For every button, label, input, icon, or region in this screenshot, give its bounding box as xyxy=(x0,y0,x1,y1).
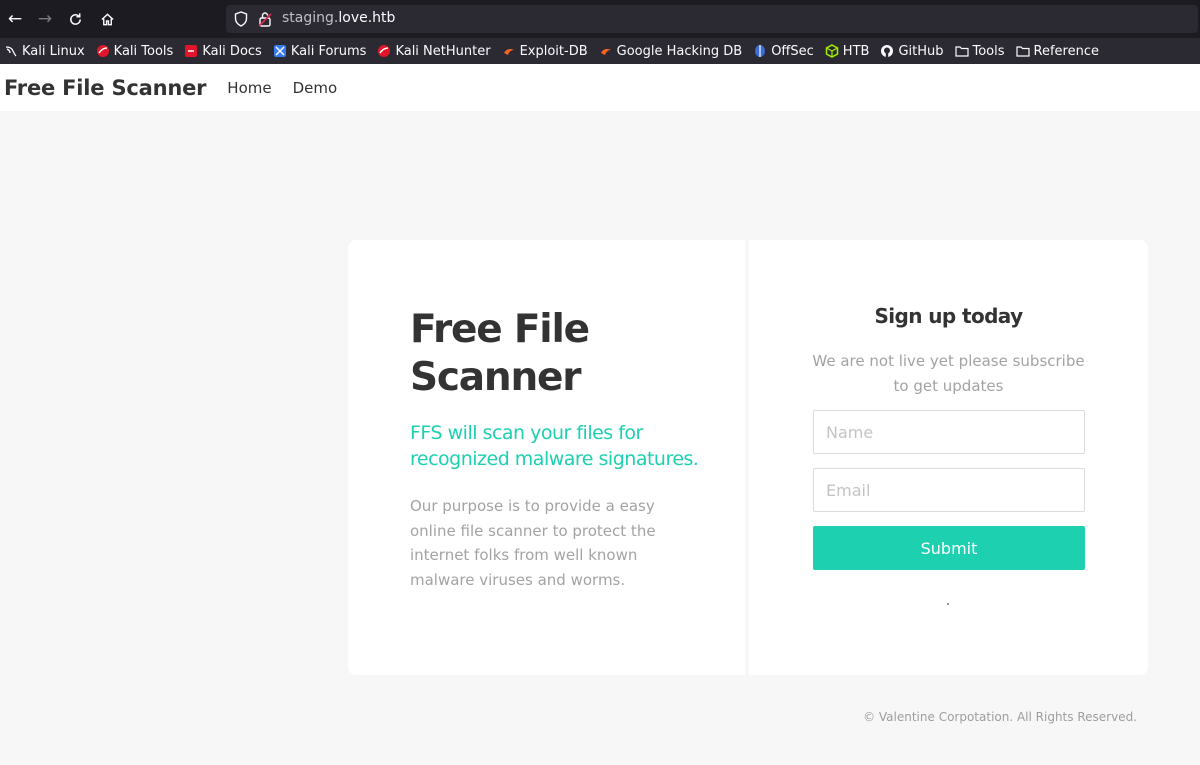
email-input[interactable] xyxy=(813,468,1085,512)
bookmark-kali-tools[interactable]: Kali Tools xyxy=(96,43,174,59)
kali-dragon-icon xyxy=(4,44,18,58)
url-field[interactable]: staging.love.htb xyxy=(226,5,1198,33)
htb-icon xyxy=(825,44,839,58)
kali-tools-icon xyxy=(96,44,110,58)
bookmark-folder-tools[interactable]: Tools xyxy=(954,43,1005,59)
nav-link-home[interactable]: Home xyxy=(227,79,271,97)
bookmark-exploit-db[interactable]: Exploit-DB xyxy=(502,44,588,59)
url-text[interactable]: staging.love.htb xyxy=(282,10,395,26)
bookmark-google-hacking-db[interactable]: Google Hacking DB xyxy=(599,43,743,59)
url-prefix: staging. xyxy=(282,10,339,26)
bookmark-label: HTB xyxy=(842,43,870,59)
footer-copyright: © Valentine Corpotation. All Rights Rese… xyxy=(863,710,1137,724)
folder-icon xyxy=(954,44,969,58)
reload-icon[interactable] xyxy=(64,8,86,30)
bookmark-label: Kali Forums xyxy=(290,43,367,59)
ghdb-icon xyxy=(599,44,613,58)
hero-tagline: FFS will scan your files for recognized … xyxy=(410,422,699,470)
name-input[interactable] xyxy=(813,410,1085,454)
bookmark-label: Kali NetHunter xyxy=(395,43,491,59)
kali-docs-icon xyxy=(184,44,198,58)
bookmark-label: GitHub xyxy=(898,43,944,59)
offsec-icon xyxy=(753,44,767,58)
bookmark-label: Kali Tools xyxy=(113,43,174,59)
bookmarks-toolbar: Kali Linux Kali Tools Kali Docs Kali For… xyxy=(0,38,1200,64)
browser-toolbar: ← → staging.love.htb xyxy=(0,0,1200,38)
insecure-lock-icon[interactable] xyxy=(258,11,272,31)
bookmark-label: Kali Docs xyxy=(202,43,262,59)
bookmark-github[interactable]: GitHub xyxy=(880,43,944,59)
bookmark-kali-forums[interactable]: Kali Forums xyxy=(273,43,367,59)
status-dot xyxy=(947,603,949,605)
site-navbar: Free File Scanner Home Demo xyxy=(0,64,1200,111)
shield-icon[interactable] xyxy=(234,11,248,31)
bookmark-kali-linux[interactable]: Kali Linux xyxy=(4,44,85,59)
submit-button[interactable]: Submit xyxy=(813,526,1085,570)
signup-subtitle: We are not live yet please subscribe to … xyxy=(812,352,1085,395)
github-icon xyxy=(880,44,894,58)
bookmark-label: Google Hacking DB xyxy=(616,43,743,59)
bookmark-offsec[interactable]: OffSec xyxy=(753,44,814,59)
bookmark-label: Tools xyxy=(972,43,1005,59)
hero-description: Our purpose is to provide a easy online … xyxy=(410,497,656,589)
kali-nethunter-icon xyxy=(377,44,391,58)
kali-forums-icon xyxy=(273,44,287,58)
bookmark-htb[interactable]: HTB xyxy=(825,43,870,59)
home-icon[interactable] xyxy=(96,8,118,30)
nav-link-demo[interactable]: Demo xyxy=(293,79,338,97)
hero-title: Free File Scanner xyxy=(410,307,590,400)
bookmark-label: OffSec xyxy=(771,43,814,59)
signup-title: Sign up today xyxy=(874,304,1023,328)
bookmark-kali-docs[interactable]: Kali Docs xyxy=(184,44,262,59)
forward-arrow-icon[interactable]: → xyxy=(34,8,56,30)
exploit-db-icon xyxy=(502,44,516,58)
bookmark-folder-reference[interactable]: Reference xyxy=(1015,43,1099,59)
signup-card: Sign up today We are not live yet please… xyxy=(749,240,1148,675)
hero-card: Free File Scanner FFS will scan your fil… xyxy=(348,240,745,675)
folder-icon xyxy=(1015,44,1030,58)
bookmark-kali-nethunter[interactable]: Kali NetHunter xyxy=(377,43,491,59)
url-host: love.htb xyxy=(338,10,396,26)
bookmark-label: Kali Linux xyxy=(22,43,85,59)
bookmark-label: Reference xyxy=(1033,43,1099,59)
site-brand[interactable]: Free File Scanner xyxy=(4,76,206,100)
back-arrow-icon[interactable]: ← xyxy=(4,8,26,30)
bookmark-label: Exploit-DB xyxy=(519,43,588,59)
